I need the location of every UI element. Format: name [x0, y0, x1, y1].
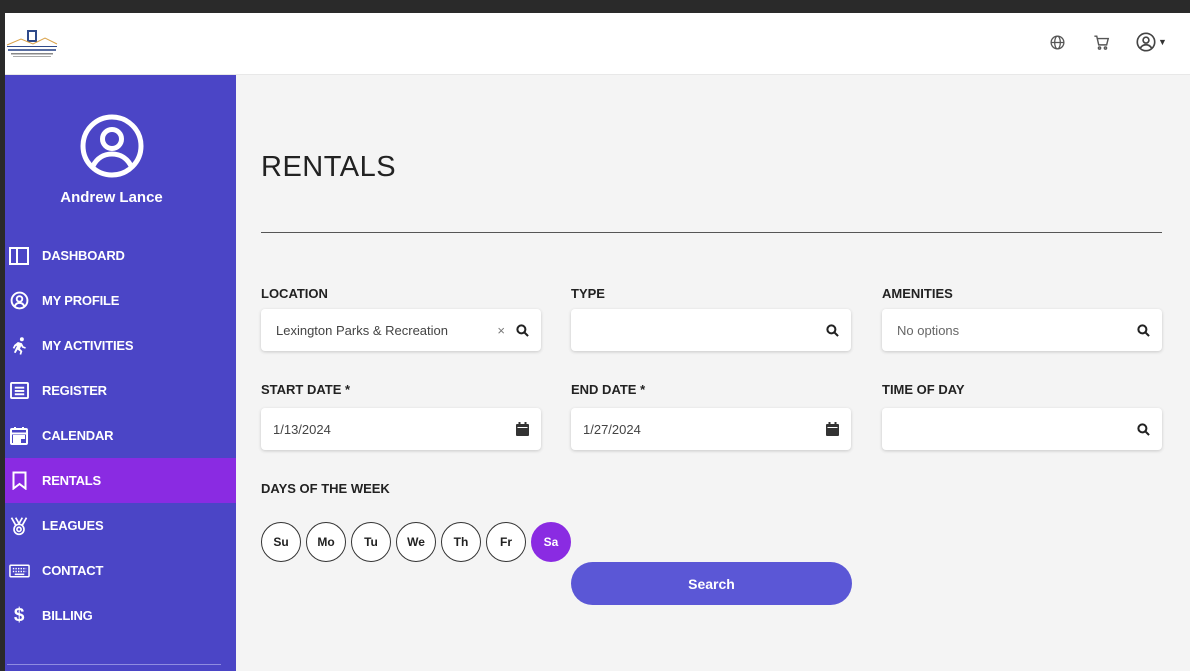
account-icon — [1136, 32, 1156, 52]
sidebar: Andrew Lance DASHBOARD MY PROFILE MY ACT… — [5, 75, 236, 671]
medal-icon — [8, 515, 30, 537]
search-icon[interactable] — [825, 323, 839, 337]
title-divider — [261, 232, 1162, 233]
user-name: Andrew Lance — [60, 189, 163, 206]
sidebar-item-label: CONTACT — [42, 563, 104, 578]
app-window: ▼ Andrew Lance DASHBOARD MY PROFILE MY A… — [5, 13, 1190, 671]
search-button[interactable]: Search — [571, 562, 852, 605]
search-icon[interactable] — [1136, 323, 1150, 337]
lexington-logo[interactable] — [5, 29, 59, 61]
sidebar-item-label: REGISTER — [42, 383, 107, 398]
page-title: RENTALS — [261, 151, 397, 183]
sidebar-item-label: CALENDAR — [42, 428, 114, 443]
sidebar-item-register[interactable]: REGISTER — [5, 368, 236, 413]
day-toggle-tu[interactable]: Tu — [351, 522, 391, 562]
location-select[interactable]: Lexington Parks & Recreation × — [261, 309, 541, 351]
sidebar-item-dashboard[interactable]: DASHBOARD — [5, 233, 236, 278]
calendar-icon — [8, 425, 30, 447]
time-of-day-label: TIME OF DAY — [882, 382, 965, 397]
location-value: Lexington Parks & Recreation — [276, 322, 448, 338]
end-date-field[interactable]: 1/27/2024 — [571, 408, 851, 450]
amenities-label: AMENITIES — [882, 286, 953, 301]
days-of-week-label: DAYS OF THE WEEK — [261, 481, 390, 496]
sidebar-item-label: BILLING — [42, 608, 93, 623]
sidebar-item-leagues[interactable]: LEAGUES — [5, 503, 236, 548]
day-toggle-su[interactable]: Su — [261, 522, 301, 562]
sidebar-divider — [7, 664, 221, 665]
top-bar: ▼ — [5, 13, 1190, 75]
type-label: TYPE — [571, 286, 605, 301]
calendar-icon[interactable] — [515, 422, 529, 436]
chevron-down-icon: ▼ — [1158, 37, 1167, 47]
account-menu-button[interactable]: ▼ — [1134, 31, 1168, 53]
type-select[interactable] — [571, 309, 851, 351]
search-icon[interactable] — [1136, 422, 1150, 436]
cart-icon[interactable] — [1090, 31, 1112, 53]
amenities-placeholder: No options — [897, 322, 960, 338]
sidebar-item-label: MY ACTIVITIES — [42, 338, 134, 353]
sidebar-item-billing[interactable]: $ BILLING — [5, 593, 236, 638]
user-avatar-icon[interactable] — [79, 113, 145, 179]
amenities-select[interactable]: No options — [882, 309, 1162, 351]
sidebar-item-label: LEAGUES — [42, 518, 104, 533]
days-of-week: Su Mo Tu We Th Fr Sa — [261, 522, 571, 562]
sidebar-item-rentals[interactable]: RENTALS — [5, 458, 236, 503]
sidebar-item-my-profile[interactable]: MY PROFILE — [5, 278, 236, 323]
time-of-day-select[interactable] — [882, 408, 1162, 450]
day-toggle-th[interactable]: Th — [441, 522, 481, 562]
register-icon — [8, 380, 30, 402]
calendar-icon[interactable] — [825, 422, 839, 436]
sidebar-item-label: MY PROFILE — [42, 293, 120, 308]
day-toggle-sa[interactable]: Sa — [531, 522, 571, 562]
day-toggle-mo[interactable]: Mo — [306, 522, 346, 562]
day-toggle-fr[interactable]: Fr — [486, 522, 526, 562]
clear-icon[interactable]: × — [497, 323, 505, 338]
sidebar-item-my-activities[interactable]: MY ACTIVITIES — [5, 323, 236, 368]
day-toggle-we[interactable]: We — [396, 522, 436, 562]
profile-icon — [8, 290, 30, 312]
start-date-label: START DATE * — [261, 382, 351, 397]
end-date-value: 1/27/2024 — [583, 421, 641, 437]
dollar-icon: $ — [13, 604, 25, 626]
end-date-label: END DATE * — [571, 382, 646, 397]
bookmark-icon — [8, 470, 30, 492]
search-icon[interactable] — [515, 323, 529, 337]
location-label: LOCATION — [261, 286, 328, 301]
sidebar-item-label: RENTALS — [42, 473, 102, 488]
activities-icon — [8, 335, 30, 357]
globe-icon[interactable] — [1046, 31, 1068, 53]
sidebar-nav: DASHBOARD MY PROFILE MY ACTIVITIES REGIS… — [5, 233, 236, 638]
keyboard-icon — [8, 560, 30, 582]
sidebar-item-calendar[interactable]: CALENDAR — [5, 413, 236, 458]
start-date-field[interactable]: 1/13/2024 — [261, 408, 541, 450]
start-date-value: 1/13/2024 — [273, 421, 331, 437]
sidebar-item-contact[interactable]: CONTACT — [5, 548, 236, 593]
sidebar-item-label: DASHBOARD — [42, 248, 125, 263]
dashboard-icon — [8, 245, 30, 267]
